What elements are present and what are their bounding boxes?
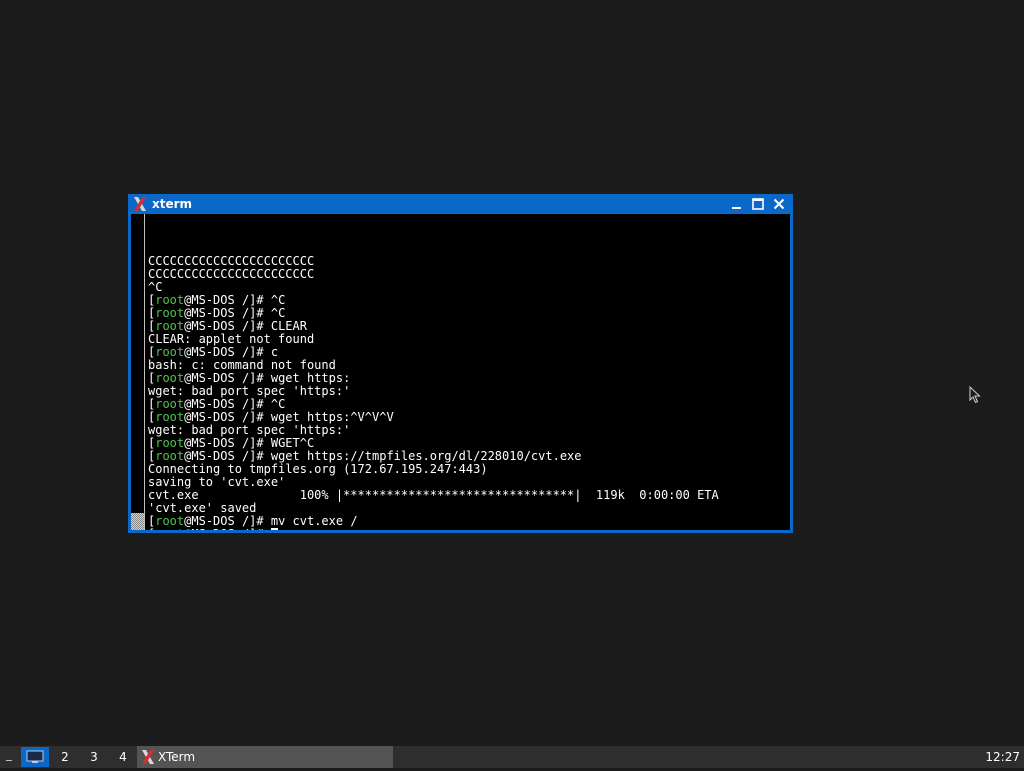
command-text: ^C bbox=[270, 293, 286, 307]
prompt-host: @MS-DOS /]# bbox=[184, 306, 271, 320]
taskbar: _ 2 3 4 XTerm 12:27 bbox=[0, 746, 1024, 768]
prompt-user: root bbox=[155, 514, 185, 528]
maximize-icon bbox=[752, 198, 764, 210]
terminal-line: CCCCCCCCCCCCCCCCCCCCCCC bbox=[148, 267, 315, 281]
prompt-host: @MS-DOS /]# bbox=[184, 449, 271, 463]
prompt-host: @MS-DOS /]# bbox=[184, 527, 271, 531]
desktop-switch-3[interactable]: 3 bbox=[81, 747, 107, 767]
prompt-user: root bbox=[155, 449, 185, 463]
minimize-button[interactable] bbox=[729, 196, 745, 212]
taskbar-task-xterm[interactable]: XTerm bbox=[137, 746, 393, 768]
prompt-host: @MS-DOS /]# bbox=[184, 293, 271, 307]
prompt-user: root bbox=[155, 397, 185, 411]
xterm-window[interactable]: xterm CCCCCCCCCCCCCCCCCCCCCCC CCCCCCCCCC… bbox=[128, 194, 793, 533]
prompt-host: @MS-DOS /]# bbox=[184, 319, 271, 333]
command-text: wget https:^V^V^V bbox=[270, 410, 394, 424]
scrollbar[interactable] bbox=[131, 214, 145, 530]
task-label: XTerm bbox=[158, 750, 196, 764]
prompt-host: @MS-DOS /]# bbox=[184, 371, 271, 385]
prompt-user: root bbox=[155, 319, 185, 333]
command-text: ^C bbox=[270, 397, 286, 411]
desktop: xterm CCCCCCCCCCCCCCCCCCCCCCC CCCCCCCCCC… bbox=[0, 0, 1024, 746]
prompt-user: root bbox=[155, 293, 185, 307]
prompt-host: @MS-DOS /]# bbox=[184, 436, 271, 450]
prompt-user: root bbox=[155, 527, 184, 531]
clock: 12:27 bbox=[985, 750, 1020, 764]
close-button[interactable] bbox=[771, 196, 787, 212]
window-titlebar[interactable]: xterm bbox=[128, 194, 793, 214]
prompt-user: root bbox=[155, 371, 185, 385]
scrollbar-thumb[interactable] bbox=[131, 513, 144, 530]
prompt-user: root bbox=[155, 410, 185, 424]
x-logo-icon bbox=[133, 196, 147, 212]
x-logo-icon bbox=[142, 750, 154, 764]
mouse-pointer-icon bbox=[969, 386, 981, 404]
maximize-button[interactable] bbox=[750, 196, 766, 212]
command-text: c bbox=[270, 345, 279, 359]
desktop-switch-1[interactable] bbox=[21, 747, 49, 767]
command-text: wget https: bbox=[270, 371, 351, 385]
command-text: ^C bbox=[270, 306, 286, 320]
prompt-user: root bbox=[155, 306, 185, 320]
command-text: CLEAR bbox=[270, 319, 307, 333]
prompt-host: @MS-DOS /]# bbox=[184, 410, 271, 424]
terminal-output: CCCCCCCCCCCCCCCCCCCCCCC CCCCCCCCCCCCCCCCC… bbox=[148, 242, 719, 530]
command-text: WGET^C bbox=[270, 436, 315, 450]
prompt-host: @MS-DOS /]# bbox=[184, 514, 271, 528]
terminal-line: [root@MS-DOS /]# bbox=[148, 528, 719, 530]
minimize-icon bbox=[732, 207, 741, 209]
terminal-area[interactable]: CCCCCCCCCCCCCCCCCCCCCCC CCCCCCCCCCCCCCCCC… bbox=[131, 214, 790, 530]
desktop-switch-4[interactable]: 4 bbox=[110, 747, 136, 767]
prompt-user: root bbox=[155, 436, 185, 450]
monitor-icon bbox=[26, 750, 44, 763]
text-cursor bbox=[270, 528, 278, 530]
window-title: xterm bbox=[152, 197, 193, 211]
taskbar-menu-dash[interactable]: _ bbox=[6, 747, 12, 761]
scrollbar-divider bbox=[144, 214, 145, 530]
prompt-host: @MS-DOS /]# bbox=[184, 397, 271, 411]
command-text: mv cvt.exe / bbox=[270, 514, 358, 528]
prompt-user: root bbox=[155, 345, 185, 359]
close-icon bbox=[773, 198, 785, 210]
desktop-switch-2[interactable]: 2 bbox=[52, 747, 78, 767]
command-text: wget https://tmpfiles.org/dl/228010/cvt.… bbox=[270, 449, 582, 463]
prompt-host: @MS-DOS /]# bbox=[184, 345, 271, 359]
